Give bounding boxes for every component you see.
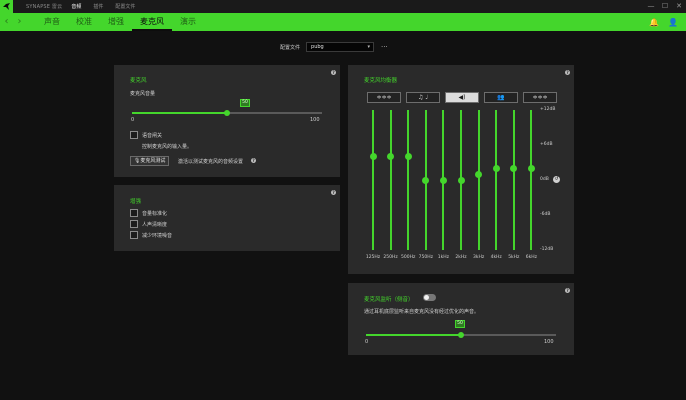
microphone-panel: ? 麦克风 麦克风音量 50 0 100 语音闸关 控制麦克风的输入量。 🎙麦克… (114, 65, 340, 177)
enhancement-panel-title: 增强 (130, 199, 142, 205)
eq-band-handle[interactable] (527, 164, 535, 172)
monitor-volume-tooltip: 50 (455, 320, 465, 328)
title-bar: SYNAPSE 雷云 音频 插件 配置文件 — ☐ ✕ (0, 0, 686, 13)
minimize-button[interactable]: — (644, 0, 658, 13)
eq-band-handle[interactable] (422, 176, 430, 184)
eq-band-track[interactable] (407, 110, 410, 250)
eq-band-handle[interactable] (439, 176, 447, 184)
window-controls: — ☐ ✕ (644, 0, 686, 13)
eq-band-handle[interactable] (404, 153, 412, 161)
mic-volume-min: 0 (131, 117, 135, 123)
vocal-clarity-checkbox[interactable] (130, 220, 138, 228)
help-icon[interactable]: ? (565, 288, 570, 293)
mic-volume-slider-handle[interactable] (224, 110, 230, 116)
enhancement-panel: ? 增强 音量标准化 人声清晰度 减少环境噪音 (114, 185, 340, 251)
vocal-clarity-label: 人声清晰度 (142, 222, 168, 228)
mic-test-button[interactable]: 🎙麦克风测试 (130, 156, 170, 166)
razer-logo-icon (0, 0, 13, 13)
top-nav-audio[interactable]: 音频 (71, 3, 81, 10)
eq-preset-4[interactable]: 👥 (484, 92, 518, 103)
top-nav-plugins[interactable]: 插件 (93, 3, 103, 10)
profile-dropdown[interactable]: pubg ▾ (306, 42, 375, 52)
monitor-volume-min: 0 (365, 339, 369, 345)
eq-band-track[interactable] (512, 110, 515, 250)
notification-bell-icon[interactable]: 🔔 (649, 18, 659, 27)
eq-db-label: 0dB (540, 177, 549, 182)
mic-test-button-label: 麦克风测试 (140, 158, 166, 164)
help-icon[interactable]: ? (331, 190, 336, 195)
monitor-volume-fill (366, 334, 461, 336)
mic-monitoring-panel: ? 麦克风监听（侧音） 通过耳机底层监听来自麦克风没有经过优化的声音。 50 0… (348, 283, 574, 355)
mic-monitoring-title: 麦克风监听（侧音） (364, 297, 414, 303)
eq-preset-2[interactable]: ♫ ♩ (406, 92, 440, 103)
top-nav: 音频 插件 配置文件 (71, 3, 147, 10)
eq-band-handle[interactable] (369, 153, 377, 161)
eq-band-track[interactable] (495, 110, 498, 250)
eq-preset-5[interactable]: ≑≑≑ (523, 92, 557, 103)
equalizer-panel-title: 麦克风均衡器 (364, 78, 398, 84)
eq-db-label: -12dB (540, 247, 554, 252)
sub-nav-tabs: 声音 校准 增强 麦克风 演示 (36, 13, 204, 31)
profile-selector-row: 配置文件 pubg ▾ ··· (280, 42, 388, 52)
top-nav-profiles[interactable]: 配置文件 (115, 3, 135, 10)
eq-preset-1[interactable]: ≑≑≑ (367, 92, 401, 103)
volume-normalization-label: 音量标准化 (142, 211, 168, 217)
forward-arrow-icon[interactable]: › (13, 13, 26, 31)
help-icon[interactable]: ? (251, 158, 256, 163)
help-icon[interactable]: ? (331, 70, 336, 75)
mic-test-description: 激活以测试麦克风的音频设置 (178, 159, 244, 165)
voice-gate-description: 控制麦克风的输入量。 (142, 144, 193, 150)
mic-volume-tooltip: 50 (240, 99, 250, 107)
app-brand: SYNAPSE 雷云 (26, 4, 63, 10)
eq-db-label: -6dB (540, 212, 551, 217)
eq-preset-3[interactable]: ◀) (445, 92, 479, 103)
close-button[interactable]: ✕ (672, 0, 686, 13)
eq-band-track[interactable] (389, 110, 392, 250)
eq-reset-icon[interactable]: ↺ (553, 176, 560, 183)
more-options-icon[interactable]: ··· (381, 43, 388, 51)
volume-normalization-checkbox[interactable] (130, 209, 138, 217)
mic-volume-label: 麦克风音量 (130, 91, 156, 97)
eq-band-track[interactable] (372, 110, 374, 250)
eq-band-track[interactable] (477, 110, 480, 250)
mic-monitoring-toggle[interactable] (423, 294, 436, 301)
ambient-noise-reduction-label: 减少环境噪音 (142, 233, 173, 239)
eq-band-label: 6kHz (525, 255, 537, 260)
microphone-panel-title: 麦克风 (130, 78, 147, 84)
tab-sound[interactable]: 声音 (36, 13, 68, 31)
eq-db-label: +6dB (540, 142, 553, 147)
eq-band-track[interactable] (530, 110, 533, 250)
tab-calibration[interactable]: 校准 (68, 13, 100, 31)
monitor-volume-max: 100 (544, 339, 554, 345)
back-arrow-icon[interactable]: ‹ (0, 13, 13, 31)
sub-nav: ‹ › 声音 校准 增强 麦克风 演示 🔔 👤 (0, 13, 686, 31)
user-icon[interactable]: 👤 (668, 18, 678, 27)
mic-volume-fill (132, 112, 227, 114)
eq-preset-buttons: ≑≑≑ ♫ ♩ ◀) 👥 ≑≑≑ (367, 92, 562, 103)
sub-nav-icons: 🔔 👤 (640, 13, 678, 31)
mic-monitoring-description: 通过耳机底层监听来自麦克风没有经过优化的声音。 (364, 309, 480, 315)
voice-gate-label: 语音闸关 (142, 133, 163, 139)
profile-label: 配置文件 (280, 44, 301, 51)
toggle-thumb (424, 295, 429, 300)
help-icon[interactable]: ? (565, 70, 570, 75)
tab-enhancement[interactable]: 增强 (100, 13, 132, 31)
mic-volume-max: 100 (310, 117, 320, 123)
tab-demo[interactable]: 演示 (172, 13, 204, 31)
eq-db-label: +12dB (540, 107, 556, 112)
voice-gate-checkbox[interactable] (130, 131, 138, 139)
eq-band-handle[interactable] (475, 170, 483, 178)
eq-band-handle[interactable] (457, 176, 465, 184)
monitor-volume-slider-handle[interactable] (458, 332, 464, 338)
profile-value: pubg (311, 44, 324, 50)
maximize-button[interactable]: ☐ (658, 0, 672, 13)
eq-band-handle[interactable] (492, 164, 500, 172)
ambient-noise-reduction-checkbox[interactable] (130, 231, 138, 239)
tab-microphone[interactable]: 麦克风 (132, 13, 172, 31)
chevron-down-icon: ▾ (367, 44, 371, 50)
